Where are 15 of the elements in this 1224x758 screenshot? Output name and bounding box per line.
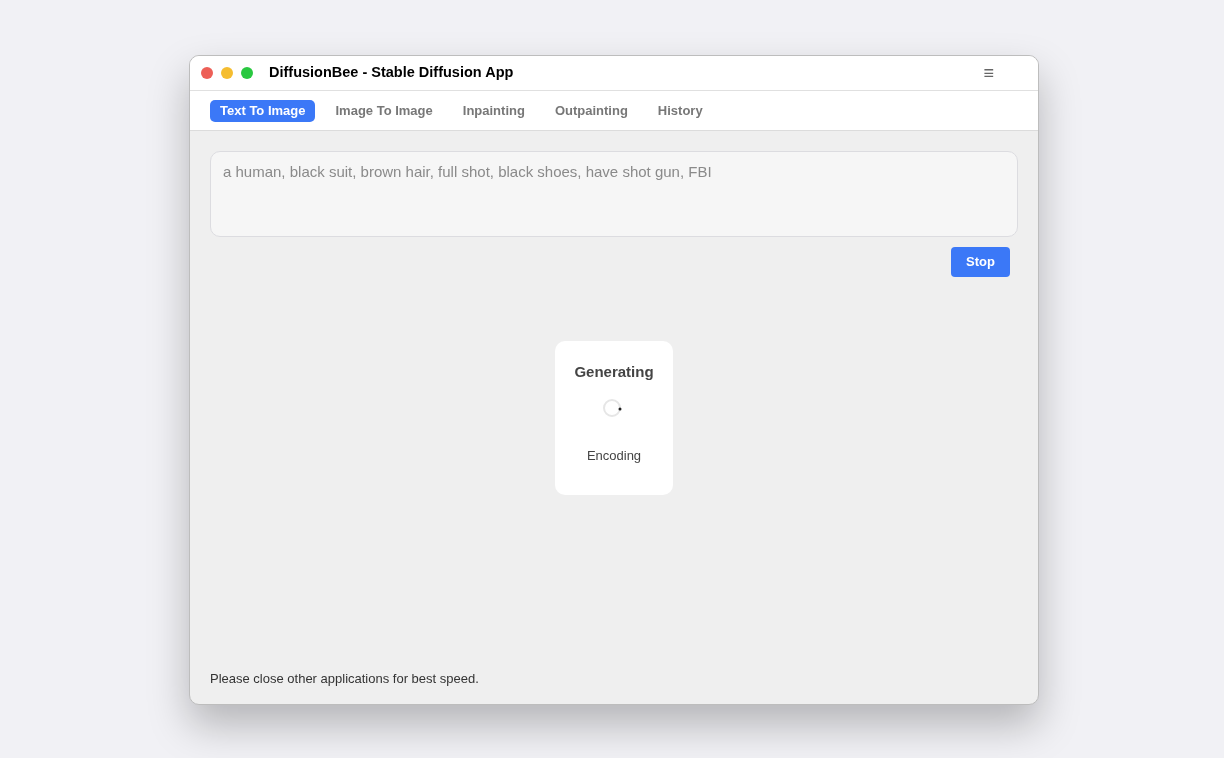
tab[interactable]: Image To Image [325, 99, 443, 122]
window-title: DiffusionBee - Stable Diffusion App [269, 63, 514, 83]
menu-button[interactable]: ≡ [983, 64, 994, 82]
stop-button[interactable]: Stop [951, 247, 1010, 277]
close-button[interactable] [201, 67, 213, 79]
tab[interactable]: Text To Image [210, 99, 316, 122]
status-text: Please close other applications for best speed. [210, 669, 480, 688]
progress-title: Generating [574, 362, 654, 382]
tab[interactable]: Outpainting [544, 99, 638, 122]
tab[interactable]: History [647, 99, 713, 122]
tab[interactable]: Inpainting [452, 99, 535, 122]
progress-status: Encoding [586, 446, 642, 465]
maximize-button[interactable] [241, 67, 253, 79]
minimize-button[interactable] [221, 67, 233, 79]
prompt-field[interactable]: a human, black suit, brown hair, full shot, black shoes, have shot gun, FBI [210, 151, 1018, 237]
